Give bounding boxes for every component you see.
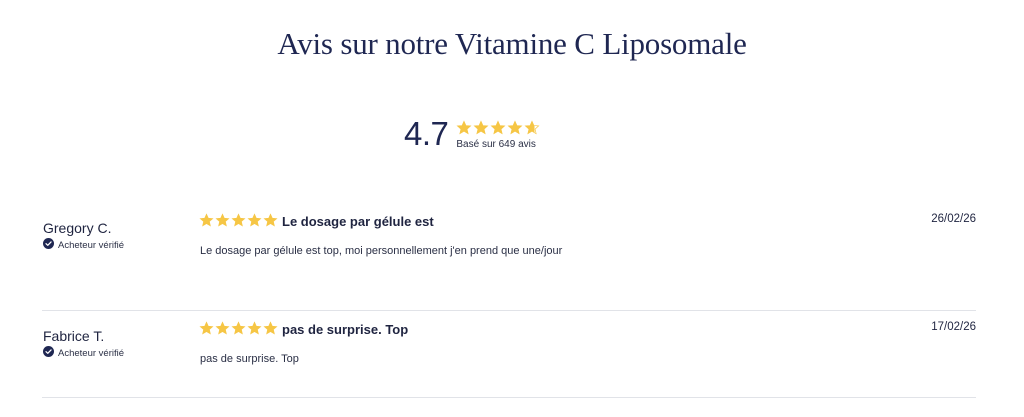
star-full-icon <box>247 321 262 335</box>
star-full-icon <box>507 119 523 134</box>
review-date: 17/02/26 <box>931 321 976 333</box>
review-date: 26/02/26 <box>931 213 976 225</box>
review-item: Fabrice T. Acheteur vérifié pas de surpr… <box>42 312 976 398</box>
verified-check-icon <box>43 238 54 252</box>
review-body: pas de surprise. Top <box>200 353 299 365</box>
review-author: Fabrice T. <box>43 328 105 344</box>
review-body: Le dosage par gélule est top, moi person… <box>200 245 563 257</box>
star-half-icon <box>524 119 540 134</box>
verified-badge: Acheteur vérifié <box>43 238 124 252</box>
page-title: Avis sur notre Vitamine C Liposomale <box>277 26 747 61</box>
star-full-icon <box>231 213 246 227</box>
review-count: Basé sur 649 avis <box>456 138 536 150</box>
star-full-icon <box>231 321 246 335</box>
verified-label: Acheteur vérifié <box>58 239 125 251</box>
summary-stars <box>456 119 540 137</box>
review-title: Le dosage par gélule est <box>282 214 434 229</box>
review-stars <box>199 213 278 228</box>
star-full-icon <box>247 213 262 227</box>
star-full-icon <box>199 213 214 227</box>
review-author: Gregory C. <box>43 220 112 236</box>
star-full-icon <box>263 213 278 227</box>
star-full-icon <box>263 321 278 335</box>
review-title: pas de surprise. Top <box>282 322 409 337</box>
verified-badge: Acheteur vérifié <box>43 346 124 360</box>
verified-label: Acheteur vérifié <box>58 347 125 359</box>
review-stars <box>199 321 278 336</box>
star-full-icon <box>199 321 214 335</box>
verified-check-icon <box>43 346 54 360</box>
star-full-icon <box>215 213 230 227</box>
star-full-icon <box>215 321 230 335</box>
average-rating: 4.7 <box>404 115 449 152</box>
star-full-icon <box>473 119 489 134</box>
star-full-icon <box>456 119 472 134</box>
rating-summary: 4.7 Basé sur 649 avis <box>404 114 540 154</box>
star-full-icon <box>490 119 506 134</box>
review-item: Gregory C. Acheteur vérifié Le dosage pa… <box>42 204 976 311</box>
